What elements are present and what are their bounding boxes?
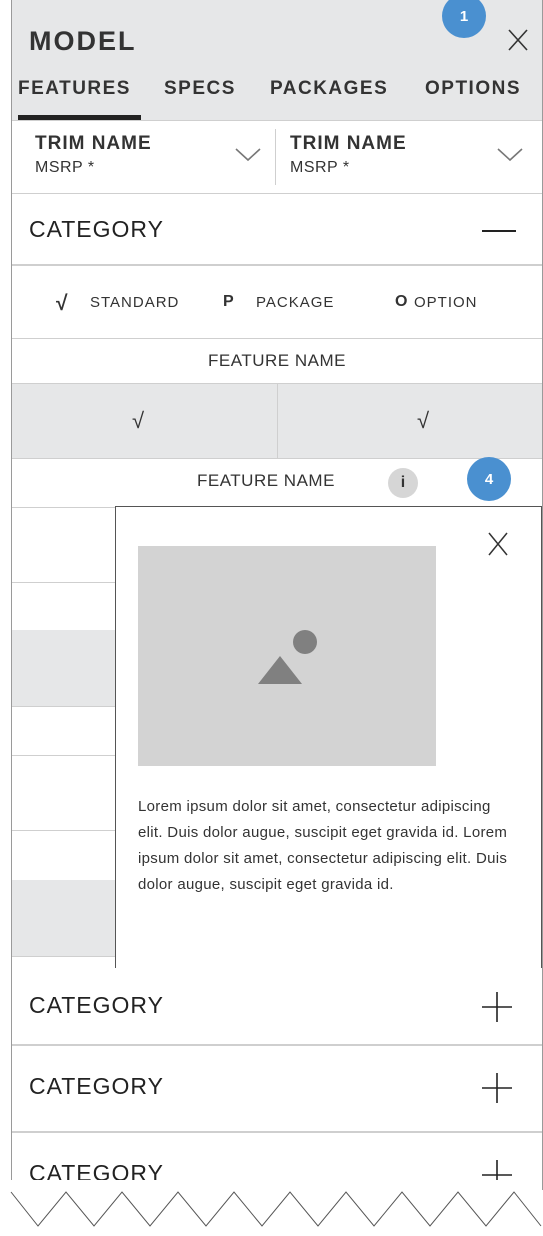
trim-name: TRIM NAME xyxy=(35,133,152,154)
divider xyxy=(277,384,278,458)
chevron-down-icon xyxy=(497,148,523,162)
legend-standard: STANDARD xyxy=(90,294,180,311)
close-popup-button[interactable] xyxy=(487,531,509,557)
standard-check-icon: √ xyxy=(417,408,430,433)
category-header-collapsed[interactable]: CATEGORY xyxy=(12,1047,542,1133)
standard-check-icon: √ xyxy=(132,408,145,433)
legend-option: OPTION xyxy=(414,294,478,311)
page-title: MODEL xyxy=(29,26,137,56)
feature-image xyxy=(138,546,436,766)
category-label: CATEGORY xyxy=(29,216,164,242)
feature-values-row: √ √ xyxy=(12,384,542,459)
chevron-down-icon xyxy=(235,148,261,162)
active-tab-indicator xyxy=(18,115,141,120)
close-icon xyxy=(488,532,508,556)
category-label: CATEGORY xyxy=(29,992,164,1018)
legend-package: PACKAGE xyxy=(256,294,335,311)
tab-packages[interactable]: PACKAGES xyxy=(270,78,388,100)
package-icon: P xyxy=(223,293,235,310)
plus-icon xyxy=(482,1073,512,1103)
features-panel: MODEL 1 FEATURES SPECS PACKAGES OPTIONS … xyxy=(11,0,543,1190)
feature-description: Lorem ipsum dolor sit amet, consectetur … xyxy=(138,798,508,893)
legend-row: √ STANDARD P PACKAGE O OPTION xyxy=(12,266,542,339)
feature-name-row: FEATURE NAME i xyxy=(12,459,542,508)
minus-icon xyxy=(482,230,516,232)
info-icon[interactable]: i xyxy=(388,468,418,498)
feature-name-row: FEATURE NAME xyxy=(12,339,542,384)
trim-selector-row: TRIM NAME MSRP * TRIM NAME MSRP * xyxy=(12,121,542,194)
plus-icon xyxy=(482,992,512,1022)
trim-select-1[interactable]: TRIM NAME MSRP * xyxy=(12,121,275,193)
category-header-collapsed[interactable]: CATEGORY xyxy=(12,968,542,1046)
torn-edge xyxy=(10,1180,542,1227)
feature-info-popup: Lorem ipsum dolor sit amet, consectetur … xyxy=(115,506,542,982)
standard-icon: √ xyxy=(56,292,69,315)
step-badge: 4 xyxy=(467,457,511,501)
close-panel-button[interactable] xyxy=(506,28,530,52)
tab-specs[interactable]: SPECS xyxy=(164,78,236,100)
close-icon xyxy=(508,29,528,51)
trim-price: MSRP * xyxy=(35,159,95,176)
tab-options[interactable]: OPTIONS xyxy=(425,78,521,100)
category-header-expanded[interactable]: CATEGORY xyxy=(12,194,542,266)
trim-name: TRIM NAME xyxy=(290,133,407,154)
option-icon: O xyxy=(395,293,409,310)
trim-price: MSRP * xyxy=(290,159,350,176)
trim-select-2[interactable]: TRIM NAME MSRP * xyxy=(276,121,542,193)
category-label: CATEGORY xyxy=(29,1073,164,1099)
tab-features[interactable]: FEATURES xyxy=(18,78,131,100)
image-placeholder-icon xyxy=(258,630,317,684)
feature-name: FEATURE NAME xyxy=(197,471,335,490)
